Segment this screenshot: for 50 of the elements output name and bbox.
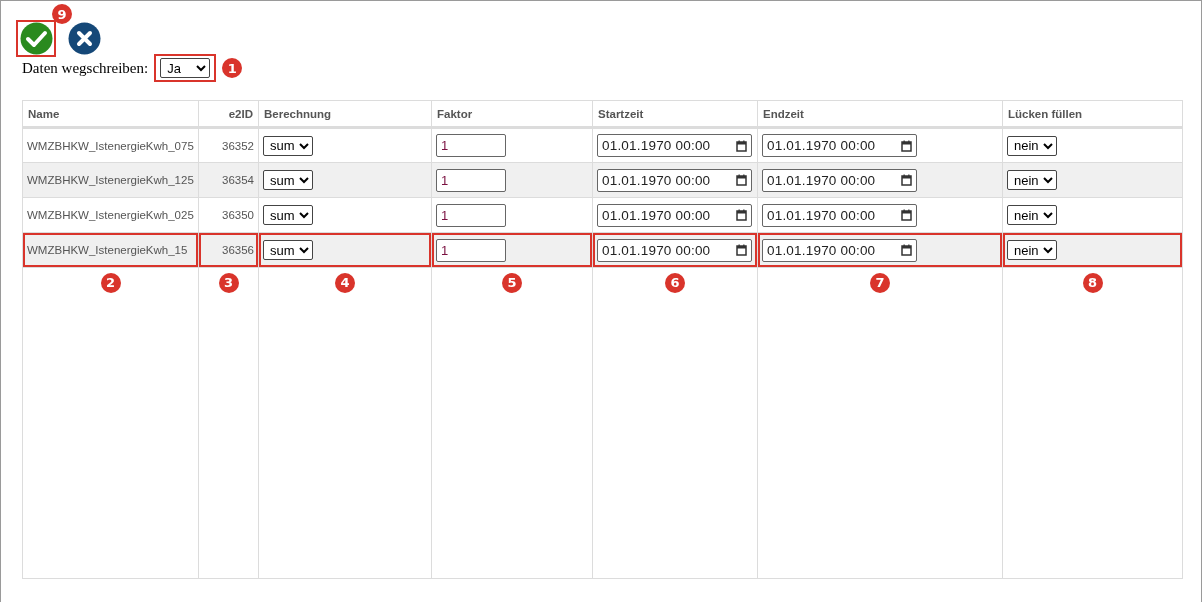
factor-input[interactable]: 1 xyxy=(436,203,506,227)
calendar-icon xyxy=(901,174,912,186)
calculation-select[interactable]: sum xyxy=(263,170,313,190)
fill-gaps-select[interactable]: nein xyxy=(1007,205,1057,225)
table-cell: 36356 xyxy=(198,232,259,268)
callout-badge: 1 xyxy=(222,58,243,78)
callout-badge: 9 xyxy=(52,4,72,24)
callout-badge: 4 xyxy=(335,272,355,293)
checkmark-icon xyxy=(19,22,53,55)
table-cell: WMZBHKW_IstenergieKwh_125 xyxy=(22,162,199,198)
fill-gaps-select[interactable]: nein xyxy=(1007,135,1057,156)
calendar-icon xyxy=(901,244,912,256)
end-date-field[interactable]: 01.01.1970 00:00 xyxy=(762,203,917,227)
calculation-select[interactable]: sum xyxy=(263,205,313,225)
write-data-select[interactable]: Ja xyxy=(160,58,211,78)
calculation-select[interactable]: sum xyxy=(263,135,313,156)
callout-badge: 5 xyxy=(502,272,522,293)
end-date-field[interactable]: 01.01.1970 00:00 xyxy=(762,238,917,262)
table-cell: WMZBHKW_IstenergieKwh_15 xyxy=(22,232,199,268)
close-icon xyxy=(67,22,101,55)
factor-input[interactable]: 1 xyxy=(436,168,506,192)
calendar-icon xyxy=(736,174,747,186)
end-date-field[interactable]: 01.01.1970 00:00 xyxy=(762,168,917,192)
callout-badge: 2 xyxy=(100,272,121,293)
calendar-icon xyxy=(901,139,912,152)
confirm-button[interactable] xyxy=(16,20,56,57)
start-date-field[interactable]: 01.01.1970 00:00 xyxy=(597,134,752,157)
calendar-icon xyxy=(736,209,747,221)
factor-input[interactable]: 1 xyxy=(436,238,506,262)
callout-badge: 8 xyxy=(1082,272,1103,293)
table-cell: 36354 xyxy=(198,162,259,198)
calendar-icon xyxy=(736,139,747,152)
table-cell: 36350 xyxy=(198,197,259,233)
callout-badge: 6 xyxy=(665,272,685,293)
end-date-field[interactable]: 01.01.1970 00:00 xyxy=(762,134,917,157)
calculation-select[interactable]: sum xyxy=(263,240,313,260)
calendar-icon xyxy=(901,209,912,221)
start-date-field[interactable]: 01.01.1970 00:00 xyxy=(597,168,752,192)
callout-badge: 7 xyxy=(870,272,890,293)
table-cell: WMZBHKW_IstenergieKwh_075 xyxy=(22,127,199,163)
write-data-label: Daten wegschreiben: xyxy=(22,59,149,77)
calendar-icon xyxy=(736,244,747,256)
start-date-field[interactable]: 01.01.1970 00:00 xyxy=(597,203,752,227)
fill-gaps-select[interactable]: nein xyxy=(1007,240,1057,260)
table-cell: WMZBHKW_IstenergieKwh_025 xyxy=(22,197,199,233)
start-date-field[interactable]: 01.01.1970 00:00 xyxy=(597,238,752,262)
callout-badge: 3 xyxy=(218,272,239,293)
table-cell: 36352 xyxy=(198,127,259,163)
factor-input[interactable]: 1 xyxy=(436,134,506,157)
fill-gaps-select[interactable]: nein xyxy=(1007,170,1057,190)
